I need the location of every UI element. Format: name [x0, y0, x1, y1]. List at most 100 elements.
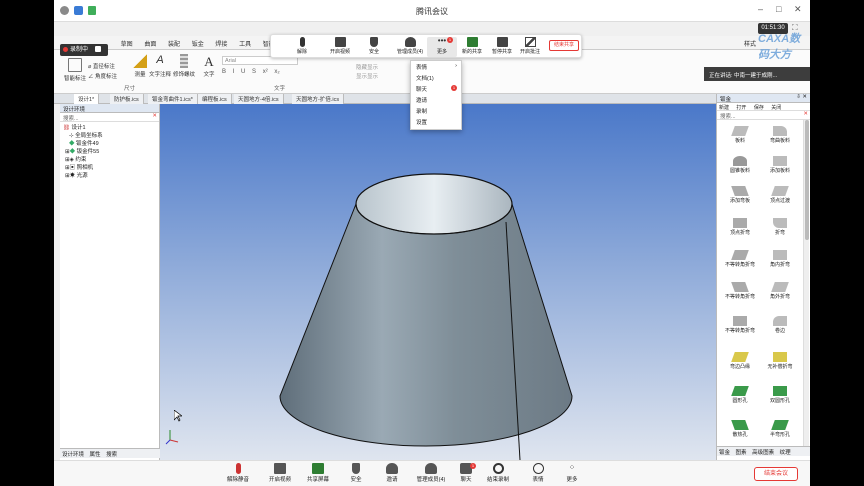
recording-badge[interactable]: 录制中 [60, 44, 108, 56]
end-recording-button[interactable]: 结束录制 [478, 463, 518, 483]
sheet-item[interactable]: 不等转角折弯 [721, 250, 759, 268]
doc-tab[interactable]: 天圆地方-4倍.ics [234, 94, 284, 104]
tree-item[interactable]: ⊞◆ 钣金件55 [60, 146, 159, 155]
more-button[interactable]: ⁘ 更多 [552, 463, 592, 483]
sheet-icon [773, 250, 787, 260]
sheet-item[interactable]: 弯曲板料 [761, 126, 799, 144]
ribbon-tab[interactable]: 装配 [163, 36, 185, 51]
menu-item-record[interactable]: 录制 [411, 105, 461, 116]
panel-controls[interactable]: ⇩ ✕ [796, 94, 807, 100]
sheet-item[interactable]: 双圆形孔 [761, 386, 799, 404]
scroll-thumb[interactable] [805, 120, 809, 240]
doc-tab[interactable]: 防护板.ics [110, 94, 144, 104]
tab-search[interactable]: 搜索 [106, 452, 117, 458]
tab-texture[interactable]: 纹理 [778, 447, 793, 457]
tab-advanced-elements[interactable]: 高级图素 [750, 447, 776, 457]
pause-share-button[interactable]: 暂停共享 [487, 37, 517, 55]
close-icon[interactable]: ✕ [794, 4, 802, 15]
tree-item[interactable]: ⊹ 全局坐标系 [60, 130, 159, 139]
unmute-button[interactable]: 解除 [287, 37, 317, 55]
sheet-item[interactable]: 添加弯板 [721, 186, 759, 204]
close-search-icon[interactable]: ✕ [803, 111, 808, 117]
maximize-icon[interactable]: □ [776, 4, 781, 14]
sheet-item[interactable]: 圆锥板料 [721, 156, 759, 174]
more-button[interactable]: ••• 更多 1 [427, 37, 457, 57]
smart-dimension-button[interactable]: 智能标注 [62, 58, 88, 82]
annotate-button[interactable]: 开启批注 [515, 37, 545, 55]
subscript-button[interactable]: x₂ [274, 69, 279, 75]
3d-viewport[interactable] [160, 104, 716, 460]
menu-item-invite[interactable]: 邀请 [411, 94, 461, 105]
sheet-item[interactable]: 板料 [721, 126, 759, 144]
bold-button[interactable]: B [222, 69, 226, 75]
ribbon-tab[interactable]: 草图 [116, 36, 138, 51]
menu-item-settings[interactable]: 设置 [411, 116, 461, 127]
sheet-item[interactable]: 角外折弯 [761, 282, 799, 300]
tab-design-env[interactable]: 设计环境 [62, 452, 84, 458]
invite-button[interactable]: 邀请 [372, 463, 412, 483]
strike-button[interactable]: S [252, 69, 256, 75]
partial-option-a[interactable]: 隐藏显示 [356, 63, 378, 71]
minimize-icon[interactable]: – [758, 4, 763, 14]
share-screen-button[interactable]: 共享屏幕 [298, 463, 338, 483]
tab-sheet-metal[interactable]: 钣金 [717, 447, 732, 457]
doc-tab[interactable]: 钣金弯曲件1.ics* [148, 94, 198, 104]
sheet-item[interactable]: 折弯 [761, 218, 799, 236]
doc-tab[interactable]: 天圆地方-扩倍.ics [292, 94, 345, 104]
tab-elements[interactable]: 图素 [734, 447, 749, 457]
cone-model[interactable] [279, 173, 573, 460]
sheet-item[interactable]: 添加板料 [761, 156, 799, 174]
security-button[interactable]: 安全 [336, 463, 376, 483]
members-icon [425, 463, 437, 474]
close-search-icon[interactable]: ✕ [152, 113, 157, 119]
ribbon-tab[interactable]: 曲面 [139, 36, 161, 51]
text-annotation-button[interactable]: A 文字注释 [148, 54, 172, 78]
menu-item-reactions[interactable]: 表情 › [411, 61, 461, 72]
tree-item[interactable]: ◆ 钣金件49 [60, 138, 159, 147]
superscript-button[interactable]: x² [263, 69, 268, 75]
measure-button[interactable]: 测量 [130, 54, 150, 78]
sheet-item[interactable]: 圆形孔 [721, 386, 759, 404]
menu-item-documents[interactable]: 文档(1) [411, 72, 461, 83]
tree-search-input[interactable]: 搜索... ✕ [60, 113, 159, 122]
tree-item[interactable]: ⊞☀ 光源 [60, 170, 159, 179]
sheet-item[interactable]: 角内折弯 [761, 250, 799, 268]
sheet-item[interactable]: 顶点折弯 [721, 218, 759, 236]
panel-scrollbar[interactable] [803, 120, 809, 446]
stop-record-icon[interactable] [94, 46, 101, 53]
sheet-item[interactable]: 不等转角折弯 [721, 316, 759, 334]
ribbon-tab[interactable]: 工具 [234, 36, 256, 51]
tab-properties[interactable]: 属性 [90, 452, 101, 458]
sheet-item[interactable]: 无补偿折弯 [761, 352, 799, 370]
end-meeting-button[interactable]: 结束会议 [754, 467, 798, 481]
text-button[interactable]: A 文字 [200, 54, 218, 78]
partial-option-b[interactable]: 显示显示 [356, 72, 378, 80]
cosmetic-thread-button[interactable]: 修饰螺纹 [172, 54, 196, 78]
tree-item[interactable]: ⊞▣ 照相机 [60, 162, 159, 171]
doc-tab[interactable]: 编程板.ics [198, 94, 232, 104]
sheet-item[interactable]: 散热孔 [721, 420, 759, 438]
new-share-button[interactable]: 新的共享 [457, 37, 487, 55]
doc-tab[interactable]: 设计1* [74, 94, 100, 104]
security-button[interactable]: 安全 [359, 37, 389, 55]
menu-item-chat[interactable]: 聊天 1 [411, 83, 461, 94]
ribbon-tab[interactable]: 焊接 [210, 36, 232, 51]
panel-search-input[interactable]: 搜索... ✕ [717, 111, 810, 120]
ribbon-tab[interactable]: 钣金 [187, 36, 209, 51]
sheet-item[interactable]: 弯边凸缘 [721, 352, 759, 370]
sheet-item[interactable]: 半弯形孔 [761, 420, 799, 438]
diameter-dimension-button[interactable]: ⌀ 直径标注 [88, 62, 115, 70]
manage-members-button[interactable]: 管理成员(4) [393, 37, 427, 55]
start-video-button[interactable]: 开启视频 [260, 463, 300, 483]
italic-button[interactable]: I [233, 69, 235, 75]
end-share-button[interactable]: 结束共享 [549, 40, 579, 51]
unmute-button[interactable]: 解除静音 [218, 463, 258, 483]
tree-item-design[interactable]: ⛓ 设计1 [60, 122, 159, 131]
tree-item[interactable]: ⊞◈ 约束 [60, 154, 159, 163]
sheet-item[interactable]: 顶点过渡 [761, 186, 799, 204]
start-video-button[interactable]: 开启视频 [325, 37, 355, 55]
underline-button[interactable]: U [241, 69, 245, 75]
angle-dimension-button[interactable]: ∠ 角度标注 [88, 72, 117, 80]
sheet-item[interactable]: 不等转角折弯 [721, 282, 759, 300]
sheet-item[interactable]: 卷边 [761, 316, 799, 334]
